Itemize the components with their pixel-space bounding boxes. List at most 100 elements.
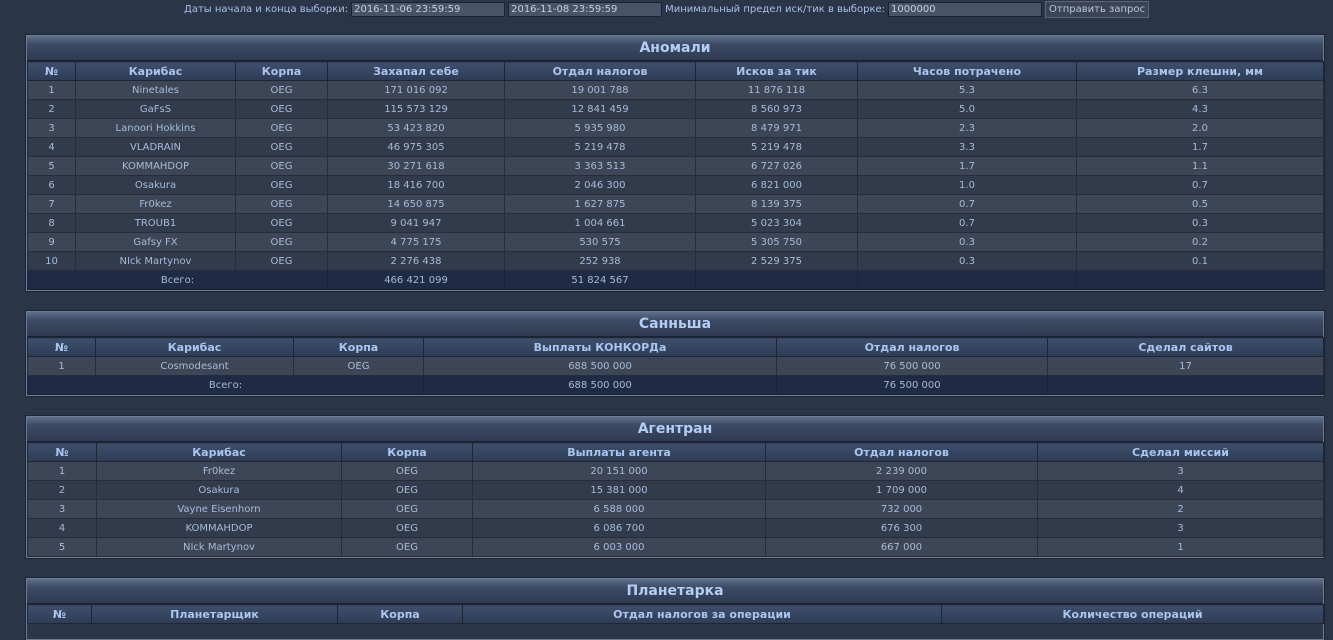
table-cell: 17 [1047,356,1324,376]
table-row: 10 NIck Martynov OEG 2 276 438 252 938 2 529 … [27,251,1324,271]
table-cell: Osakura [96,480,342,500]
table-cell: OEG [235,194,328,214]
table-cell: 2.0 [1076,118,1324,138]
table-cell: 6 [27,175,76,195]
planet-title: Планетарка [27,579,1323,604]
table-cell: 11 876 118 [695,80,858,100]
table-row: 2 Osakura OEG 15 381 000 1 709 000 4 [27,480,1324,500]
table-cell: OEG [341,518,473,538]
column-header: Исков за тик [695,61,858,81]
table-cell: OEG [293,356,424,376]
table-cell: OEG [235,251,328,271]
column-header: Захапал себе [327,61,505,81]
table-cell: Cosmodesant [95,356,294,376]
date-end-input[interactable] [508,2,663,17]
filter-bar: Даты начала и конца выборки: Минимальный… [0,0,1333,19]
total-empty [695,270,858,290]
table-cell: 732 000 [765,499,1038,519]
table-cell: OEG [341,480,473,500]
total-value: 76 500 000 [776,375,1048,395]
sansha-panel: Санньша № Карибас Корпа Выплаты КОНКОРДа Отд… [26,311,1324,396]
table-cell: 3 [27,118,76,138]
table-cell: 667 000 [765,537,1038,557]
table-row: 1 Cosmodesant OEG 688 500 000 76 500 000 17 [27,356,1324,376]
column-header: № [27,442,97,462]
table-cell: 1.7 [857,156,1077,176]
total-label: Всего: [27,375,424,395]
table-cell: OEG [235,137,328,157]
table-cell: 6.3 [1076,80,1324,100]
table-cell: 0.7 [1076,175,1324,195]
table-cell: 3 [1037,461,1324,481]
column-header: Сделал сайтов [1047,337,1324,357]
table-cell: 18 416 700 [327,175,505,195]
table-cell: 2 529 375 [695,251,858,271]
agents-title: Агентран [27,417,1323,442]
table-cell: 5.0 [857,99,1077,119]
table-cell: 5 [27,156,76,176]
total-empty [1047,375,1324,395]
sansha-title: Санньша [27,312,1323,337]
column-header: Размер клешни, мм [1076,61,1324,81]
anomalies-title: Аномали [27,36,1323,61]
table-cell: Vayne Eisenhorn [96,499,342,519]
table-cell: 5 305 750 [695,232,858,252]
table-cell: 0.5 [1076,194,1324,214]
table-cell: 7 [27,194,76,214]
table-cell: 3.3 [857,137,1077,157]
column-header: Выплаты КОНКОРДа [423,337,777,357]
column-header: № [27,337,96,357]
table-cell: 1 [27,461,97,481]
submit-button[interactable]: Отправить запрос [1045,1,1149,18]
table-cell: 30 271 618 [327,156,505,176]
total-empty [1076,270,1324,290]
table-cell: KOMMAHDOP [75,156,236,176]
planet-panel: Планетарка № Планетарщик Корпа Отдал налого… [26,578,1324,640]
table-cell: 0.3 [857,251,1077,271]
table-cell: 1 709 000 [765,480,1038,500]
dates-label: Даты начала и конца выборки: [184,4,349,15]
table-cell: 8 139 375 [695,194,858,214]
column-header: Отдал налогов [776,337,1048,357]
column-header: Планетарщик [91,604,338,624]
table-cell: 0.3 [857,232,1077,252]
table-cell: 8 [27,213,76,233]
table-cell: 5 219 478 [504,137,696,157]
table-cell: OEG [235,118,328,138]
table-cell: 8 479 971 [695,118,858,138]
table-row: 9 Gafsy FX OEG 4 775 175 530 575 5 305 750 0.3… [27,232,1324,252]
table-cell: 53 423 820 [327,118,505,138]
table-cell: 1.0 [857,175,1077,195]
table-cell: 4.3 [1076,99,1324,119]
column-header: Корпа [337,604,463,624]
total-row: Всего: 688 500 000 76 500 000 [27,375,1324,395]
table-cell: VLADRAIN [75,137,236,157]
table-cell: 6 727 026 [695,156,858,176]
column-header: Карибас [95,337,294,357]
planet-table: № Планетарщик Корпа Отдал налогов за операц… [27,604,1324,624]
table-cell: 8 560 973 [695,99,858,119]
date-start-input[interactable] [351,2,506,17]
table-cell: 676 300 [765,518,1038,538]
table-cell: 171 016 092 [327,80,505,100]
table-cell: 6 086 700 [472,518,766,538]
column-header: Корпа [235,61,328,81]
table-cell: 0.2 [1076,232,1324,252]
total-empty [857,270,1077,290]
table-cell: 76 500 000 [776,356,1048,376]
table-cell: 5 023 304 [695,213,858,233]
total-label: Всего: [27,270,328,290]
table-cell: 20 151 000 [472,461,766,481]
column-header: Количество операций [941,604,1324,624]
table-cell: 14 650 875 [327,194,505,214]
min-limit-input[interactable] [888,2,1043,17]
table-cell: OEG [341,537,473,557]
table-row: 7 Fr0kez OEG 14 650 875 1 627 875 8 139 375 0.… [27,194,1324,214]
table-cell: NIck Martynov [75,251,236,271]
table-cell: KOMMAHDOP [96,518,342,538]
table-cell: 5.3 [857,80,1077,100]
table-cell: 5 219 478 [695,137,858,157]
table-cell: TROUB1 [75,213,236,233]
table-cell: 10 [27,251,76,271]
table-cell: OEG [235,232,328,252]
